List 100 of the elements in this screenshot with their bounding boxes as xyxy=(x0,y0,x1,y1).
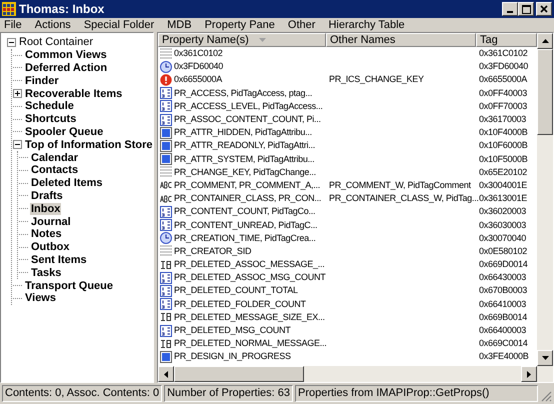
number-icon xyxy=(160,219,172,232)
property-name-cell[interactable]: PR_ACCESS_LEVEL, PidTagAccess... xyxy=(174,100,323,112)
right-arrow-icon[interactable] xyxy=(527,370,531,378)
close-button[interactable] xyxy=(536,2,552,16)
property-name-cell[interactable]: PR_DELETED_COUNT_TOTAL xyxy=(174,285,298,296)
tag-cell: 0x3613001E xyxy=(479,193,528,204)
app-icon xyxy=(2,2,16,16)
close-icon xyxy=(540,5,548,13)
number-icon xyxy=(160,324,172,337)
property-name-cell[interactable]: 0x361C0102 xyxy=(174,48,223,60)
tag-cell: 0x36170003 xyxy=(479,114,526,124)
down-arrow-icon[interactable] xyxy=(542,356,548,360)
menu-item[interactable]: Other xyxy=(286,16,318,34)
tree-item[interactable]: Root Container xyxy=(18,36,94,48)
menu-item[interactable]: File xyxy=(2,16,24,34)
property-name-cell[interactable]: PR_DELETED_FOLDER_COUNT xyxy=(174,298,306,310)
tree-item[interactable]: Tasks xyxy=(30,266,62,279)
number-icon xyxy=(160,114,172,126)
tree-item[interactable]: Views xyxy=(24,292,57,304)
property-name-cell[interactable]: PR_CREATION_TIME, PidTagCrea... xyxy=(174,232,316,244)
property-name-cell[interactable]: PR_CONTENT_COUNT, PidTagCo... xyxy=(174,206,316,218)
property-name-cell[interactable]: PR_DELETED_MSG_COUNT xyxy=(174,325,291,336)
resize-grip-icon[interactable] xyxy=(540,390,552,402)
tree-item[interactable]: Deferred Action xyxy=(24,62,108,74)
tree-item[interactable]: Drafts xyxy=(30,190,64,202)
menu-item[interactable]: MDB xyxy=(165,16,194,34)
property-name-cell[interactable]: PR_DELETED_ASSOC_MESSAGE_... xyxy=(174,259,325,270)
up-arrow-icon[interactable] xyxy=(542,39,548,43)
tag-cell: 0x10F5000B xyxy=(479,154,528,164)
column-header[interactable]: Tag xyxy=(476,33,537,47)
tree-item[interactable]: Calendar xyxy=(30,152,80,164)
number-icon xyxy=(160,87,172,100)
tag-cell: 0x10F4000B xyxy=(479,127,528,138)
property-name-cell[interactable]: PR_CONTENT_UNREAD, PidTagC... xyxy=(174,220,318,231)
status-panel: Contents: 0, Assoc. Contents: 0 xyxy=(2,385,162,402)
property-name-cell[interactable]: 0x6655000A xyxy=(174,74,222,86)
tag-cell: 0x669C0014 xyxy=(479,338,528,348)
letters-icon xyxy=(160,192,172,205)
vertical-scrollbar[interactable] xyxy=(537,33,553,366)
tag-cell: 0x0FF70003 xyxy=(479,100,528,111)
tree-item[interactable]: Finder xyxy=(24,74,60,87)
property-name-cell[interactable]: 0x3FD60040 xyxy=(174,61,224,72)
property-name-cell[interactable]: PR_DESIGN_IN_PROGRESS xyxy=(174,351,291,362)
property-name-cell[interactable]: PR_ATTR_READONLY, PidTagAttri... xyxy=(174,140,316,152)
window-title: Thomas: Inbox xyxy=(19,1,106,18)
minimize-button[interactable] xyxy=(502,2,518,16)
property-name-cell[interactable]: PR_DELETED_NORMAL_MESSAGE... xyxy=(174,338,327,350)
column-header[interactable]: Property Name(s) xyxy=(158,33,326,47)
square-icon xyxy=(160,153,172,166)
property-name-cell[interactable]: PR_COMMENT, PR_COMMENT_A,... xyxy=(174,180,320,191)
tree-item[interactable]: Inbox xyxy=(30,202,62,215)
column-header[interactable]: Other Names xyxy=(326,33,476,47)
tree-item[interactable]: Contacts xyxy=(30,164,80,176)
tag-cell: 0x361C0102 xyxy=(479,48,528,58)
property-name-cell[interactable]: PR_ASSOC_CONTENT_COUNT, Pi... xyxy=(174,114,321,126)
tag-cell: 0x3FE4000B xyxy=(479,351,529,362)
letters-icon xyxy=(160,179,172,192)
tree-item[interactable]: Notes xyxy=(30,228,63,240)
tree-item[interactable]: Common Views xyxy=(24,49,108,62)
menu-item[interactable]: Special Folder xyxy=(82,16,156,34)
tag-cell: 0x66400003 xyxy=(479,325,526,336)
tree-item[interactable]: Transport Queue xyxy=(24,280,114,292)
square-icon xyxy=(160,350,172,363)
collapse-icon[interactable] xyxy=(13,140,22,150)
tag-cell: 0x3004001E xyxy=(479,180,528,190)
tag-cell: 0x670B0003 xyxy=(479,285,528,296)
horizontal-scrollbar[interactable] xyxy=(158,366,553,382)
tag-cell: 0x30070040 xyxy=(479,232,526,243)
property-name-cell[interactable]: PR_CONTAINER_CLASS, PR_CON... xyxy=(174,193,322,204)
left-arrow-icon[interactable] xyxy=(164,370,168,378)
tree-item[interactable]: Spooler Queue xyxy=(24,126,104,138)
tree-item[interactable]: Journal xyxy=(30,216,72,228)
menu-item[interactable]: Property Pane xyxy=(202,16,277,34)
menu-item[interactable]: Hierarchy Table xyxy=(326,16,407,34)
tree-item[interactable]: Schedule xyxy=(24,100,75,112)
property-name-cell[interactable]: PR_ACCESS, PidTagAccess, ptag... xyxy=(174,88,312,99)
other-names-cell: PR_CONTAINER_CLASS_W, PidTag... xyxy=(329,193,479,204)
collapse-icon[interactable] xyxy=(7,38,16,47)
number-icon xyxy=(160,272,172,284)
tree-item[interactable]: Outbox xyxy=(30,241,70,254)
tree-item[interactable]: Shortcuts xyxy=(24,113,78,126)
property-name-cell[interactable]: PR_ATTR_HIDDEN, PidTagAttribu... xyxy=(174,127,312,138)
tree-item[interactable]: Top of Information Store xyxy=(24,138,153,151)
property-name-cell[interactable]: PR_CREATOR_SID xyxy=(174,246,252,257)
clock-icon xyxy=(160,60,172,73)
tag-cell: 0x0E580102 xyxy=(479,246,528,256)
tree-item[interactable]: Sent Items xyxy=(30,254,88,266)
expand-icon[interactable] xyxy=(13,89,22,98)
clock-icon xyxy=(160,232,172,244)
tree-item[interactable]: Deleted Items xyxy=(30,177,104,190)
property-name-cell[interactable]: PR_CHANGE_KEY, PidTagChange... xyxy=(174,166,316,178)
menu-item[interactable]: Actions xyxy=(32,16,73,34)
tree-item[interactable]: Recoverable Items xyxy=(24,88,124,100)
property-name-cell[interactable]: PR_ATTR_SYSTEM, PidTagAttribu... xyxy=(174,154,314,165)
other-names-cell: PR_ICS_CHANGE_KEY xyxy=(329,74,424,84)
maximize-button[interactable] xyxy=(518,2,534,16)
property-name-cell[interactable]: PR_DELETED_ASSOC_MSG_COUNT xyxy=(174,272,326,284)
square-icon xyxy=(160,126,172,139)
property-name-cell[interactable]: PR_DELETED_MESSAGE_SIZE_EX... xyxy=(174,312,325,323)
number-icon xyxy=(160,284,172,297)
